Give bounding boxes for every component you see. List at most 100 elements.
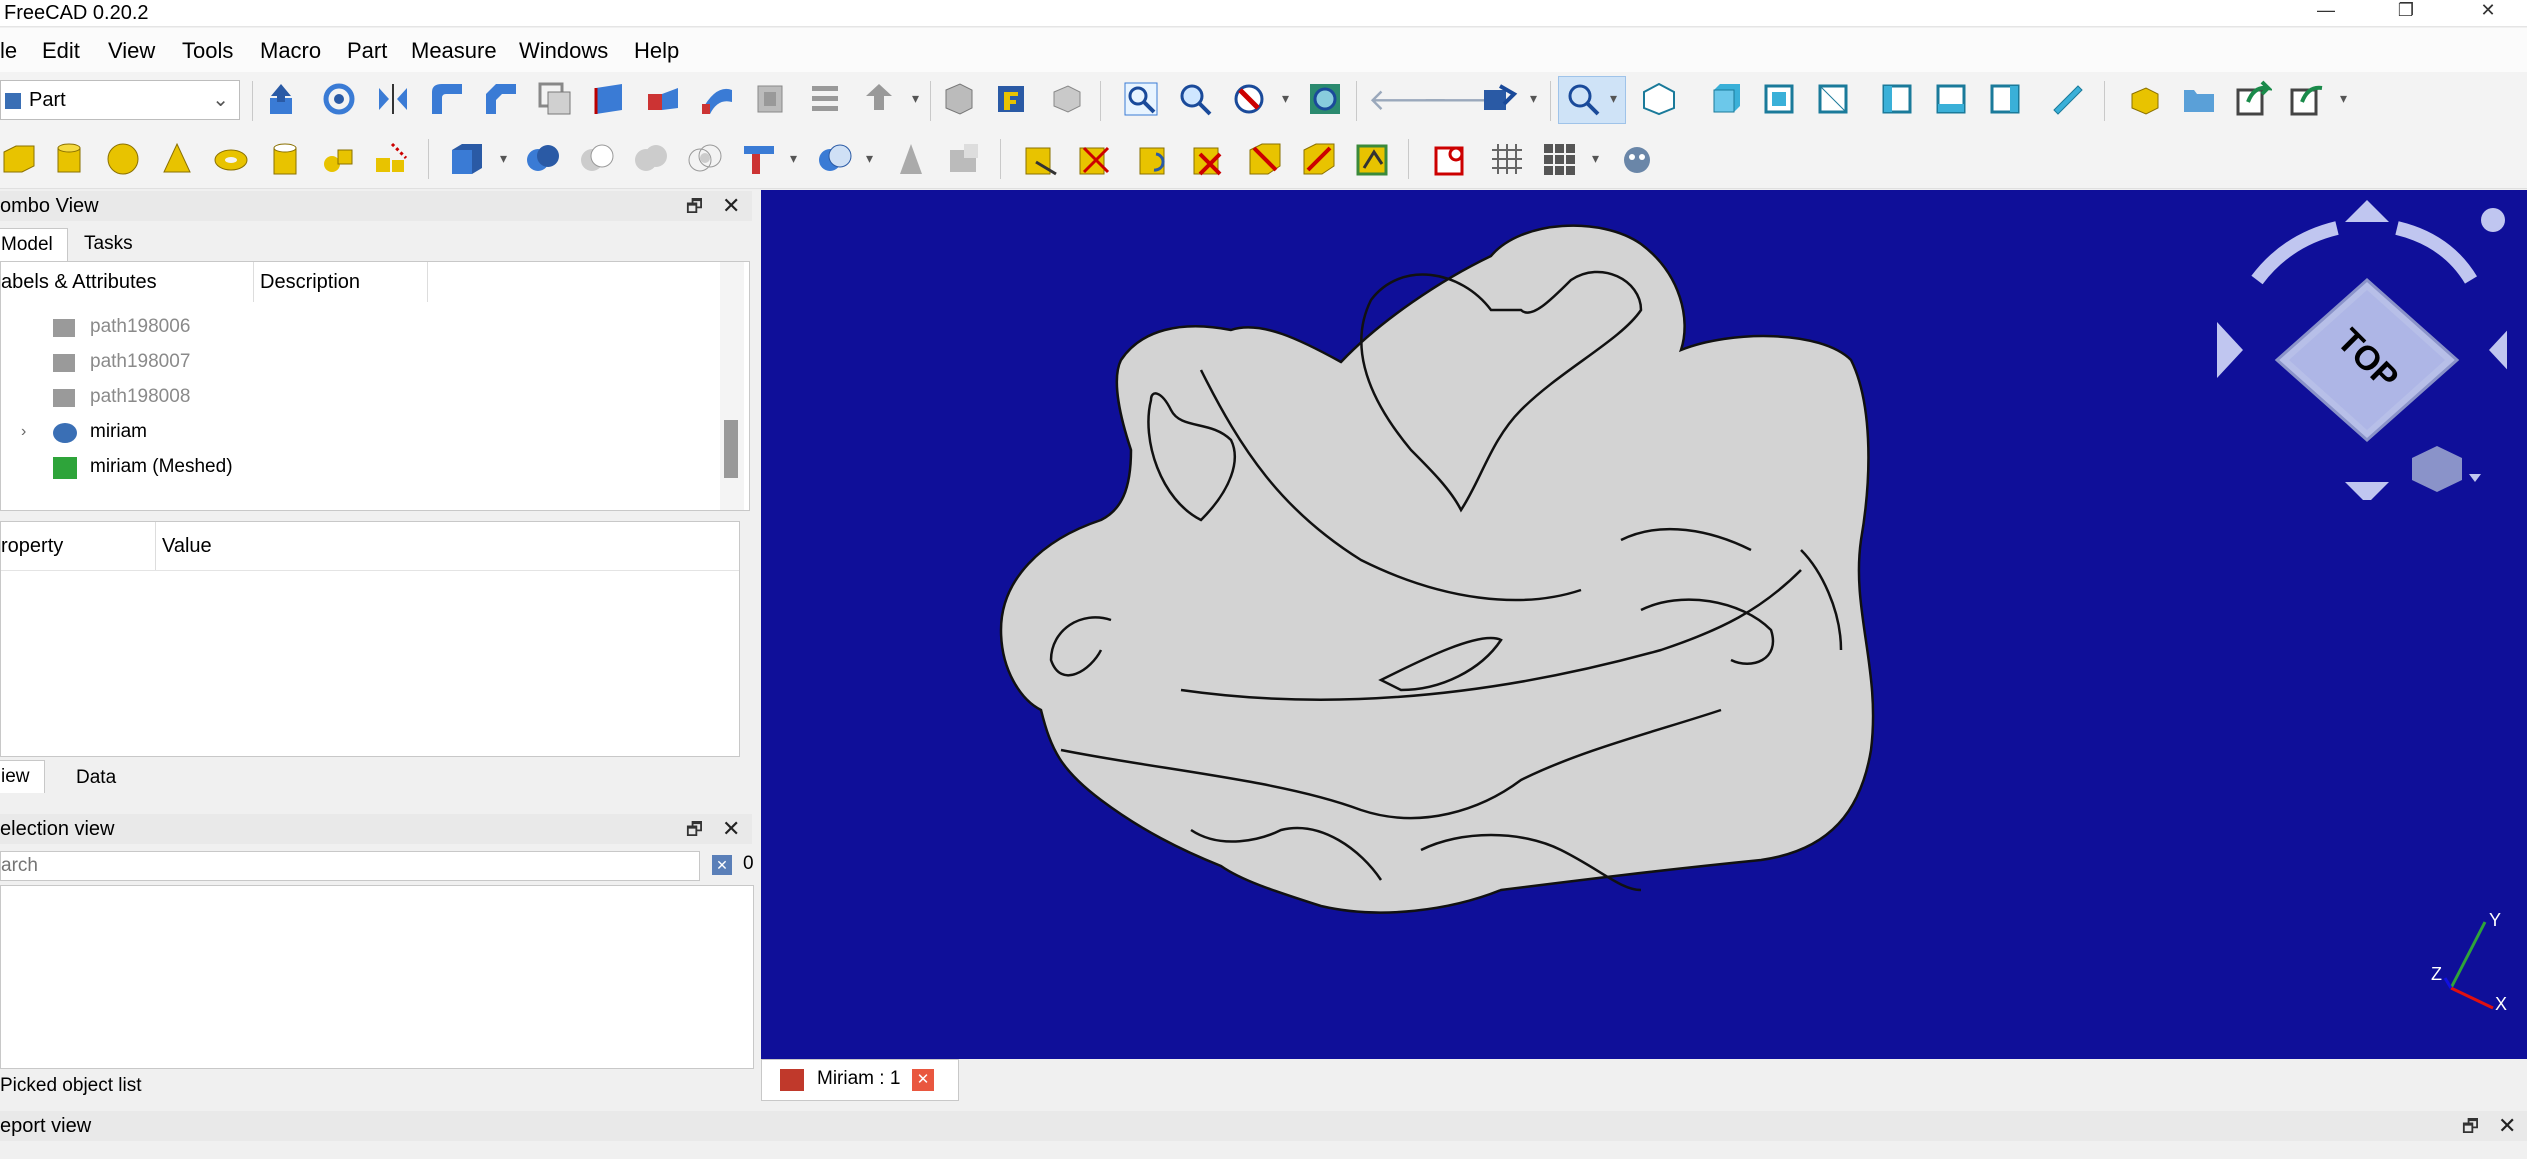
projection-icon[interactable] <box>994 80 1032 118</box>
create-part-icon[interactable] <box>2124 80 2162 118</box>
chamfer-icon[interactable] <box>482 80 520 118</box>
tile-dropdown-icon[interactable]: ▾ <box>1592 150 1599 167</box>
toggle-3d-icon[interactable] <box>1300 140 1338 178</box>
menu-help[interactable]: Help <box>634 38 679 64</box>
check-geometry-icon[interactable] <box>892 140 930 178</box>
tree-item[interactable]: › miriam <box>1 415 721 449</box>
fuse-icon[interactable] <box>632 140 670 178</box>
menu-windows[interactable]: Windows <box>519 38 608 64</box>
tab-model[interactable]: Model <box>0 228 68 261</box>
toggle-all-icon[interactable] <box>1246 140 1284 178</box>
shape-builder-icon[interactable] <box>372 140 410 178</box>
torus-icon[interactable] <box>212 140 250 178</box>
defeaturing-icon[interactable] <box>946 140 984 178</box>
float-panel-icon[interactable]: 🗗 <box>2462 1111 2479 1141</box>
compound-tools-icon[interactable] <box>448 140 486 178</box>
menu-measure[interactable]: Measure <box>411 38 497 64</box>
tab-tasks[interactable]: Tasks <box>70 228 147 260</box>
cylinder-icon[interactable] <box>50 140 88 178</box>
boolean-icon[interactable] <box>524 140 562 178</box>
attachment-icon[interactable] <box>1048 80 1086 118</box>
section-icon[interactable] <box>752 80 790 118</box>
minimize-button[interactable]: — <box>2296 0 2356 24</box>
chevron-right-icon[interactable]: › <box>21 415 26 449</box>
close-panel-icon[interactable]: ✕ <box>2498 1111 2516 1141</box>
view-isometric-icon[interactable] <box>1640 80 1678 118</box>
view-left-icon[interactable] <box>1986 80 2024 118</box>
float-panel-icon[interactable]: 🗗 <box>686 814 703 844</box>
measure-angular-icon[interactable] <box>1076 140 1114 178</box>
splitting-dropdown-icon[interactable]: ▾ <box>866 150 873 167</box>
loft-icon[interactable] <box>644 80 682 118</box>
cube-icon[interactable] <box>0 140 38 178</box>
close-window-button[interactable]: ✕ <box>2458 0 2518 24</box>
tree-item[interactable]: path198006 <box>1 310 721 344</box>
toggle-delta-icon[interactable] <box>1354 140 1392 178</box>
cross-sections-icon[interactable] <box>806 80 844 118</box>
link-dropdown-icon[interactable]: ▾ <box>1530 90 1537 107</box>
menu-file[interactable]: le <box>0 38 17 64</box>
view-bottom-icon[interactable] <box>1932 80 1970 118</box>
thickness-icon[interactable] <box>940 80 978 118</box>
splitting-icon[interactable] <box>816 140 854 178</box>
3d-viewport[interactable]: TOP Y X Z <box>761 190 2527 1059</box>
tree-scrollbar[interactable] <box>720 262 744 510</box>
link-actions-icon[interactable] <box>2288 80 2326 118</box>
tree-item[interactable]: miriam (Meshed) <box>1 450 721 484</box>
zoom-icon[interactable] <box>1564 80 1602 118</box>
tube-icon[interactable] <box>266 140 304 178</box>
close-panel-icon[interactable]: ✕ <box>722 191 740 221</box>
make-face-icon[interactable] <box>536 80 574 118</box>
menu-part[interactable]: Part <box>347 38 387 64</box>
document-tab[interactable]: Miriam : 1 ✕ <box>761 1059 959 1101</box>
fit-selection-icon[interactable] <box>1176 80 1214 118</box>
link-actions-dropdown-icon[interactable]: ▾ <box>2340 90 2347 107</box>
mirror-icon[interactable] <box>374 80 412 118</box>
menu-tools[interactable]: Tools <box>182 38 233 64</box>
cone-icon[interactable] <box>158 140 196 178</box>
view-right-icon[interactable] <box>1814 80 1852 118</box>
selection-list[interactable] <box>0 885 754 1069</box>
clear-search-icon[interactable]: ✕ <box>712 855 732 875</box>
tile-windows-icon[interactable] <box>1540 140 1578 178</box>
tab-view[interactable]: iew <box>0 760 45 793</box>
view-top-icon[interactable] <box>1760 80 1798 118</box>
zoom-dropdown-icon[interactable]: ▾ <box>1610 90 1617 107</box>
create-group-icon[interactable] <box>2180 80 2218 118</box>
draw-style-dropdown-icon[interactable]: ▾ <box>1282 90 1289 107</box>
float-panel-icon[interactable]: 🗗 <box>686 191 703 221</box>
bounding-box-icon[interactable] <box>1306 80 1344 118</box>
view-rear-icon[interactable] <box>1878 80 1916 118</box>
cut-icon[interactable] <box>578 140 616 178</box>
search-input[interactable] <box>0 851 700 881</box>
make-link-icon[interactable] <box>2234 80 2272 118</box>
link-icon[interactable] <box>1480 80 1518 118</box>
menu-edit[interactable]: Edit <box>42 38 80 64</box>
sphere-icon[interactable] <box>104 140 142 178</box>
navigation-cube[interactable]: TOP <box>2217 200 2507 500</box>
menu-view[interactable]: View <box>108 38 155 64</box>
extrude-icon[interactable] <box>264 80 302 118</box>
maximize-button[interactable]: ❐ <box>2376 0 2436 24</box>
join-features-icon[interactable] <box>740 140 778 178</box>
offset-dropdown-icon[interactable]: ▾ <box>912 90 919 107</box>
fillet-icon[interactable] <box>428 80 466 118</box>
sweep-icon[interactable] <box>698 80 736 118</box>
draw-style-icon[interactable] <box>1230 80 1268 118</box>
compound-dropdown-icon[interactable]: ▾ <box>500 150 507 167</box>
primitives-icon[interactable] <box>320 140 358 178</box>
ruled-surface-icon[interactable] <box>590 80 628 118</box>
common-icon[interactable] <box>686 140 724 178</box>
sketch-icon[interactable] <box>1432 140 1470 178</box>
workbench-selector[interactable]: Part ⌄ <box>0 80 240 120</box>
tree-item[interactable]: path198007 <box>1 345 721 379</box>
revolve-icon[interactable] <box>320 80 358 118</box>
close-panel-icon[interactable]: ✕ <box>722 814 740 844</box>
menu-macro[interactable]: Macro <box>260 38 321 64</box>
clear-all-icon[interactable] <box>1190 140 1228 178</box>
scrollbar-thumb[interactable] <box>724 420 738 478</box>
measure-linear-icon[interactable] <box>1022 140 1060 178</box>
view-front-icon[interactable] <box>1706 80 1744 118</box>
close-tab-icon[interactable]: ✕ <box>912 1069 934 1091</box>
join-dropdown-icon[interactable]: ▾ <box>790 150 797 167</box>
